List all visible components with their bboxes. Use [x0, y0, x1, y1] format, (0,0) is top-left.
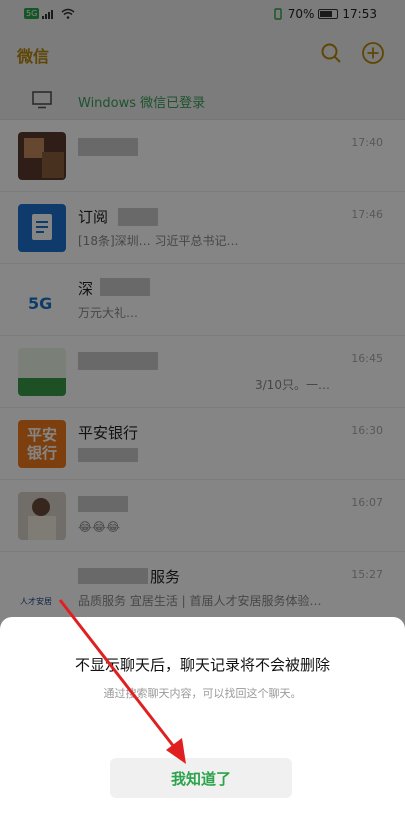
- watermark-url: jingyan.baidu.com: [309, 811, 383, 820]
- watermark-logo: Bai 经验: [316, 792, 383, 811]
- dialog-subtitle: 通过搜索聊天内容，可以找回这个聊天。: [103, 687, 302, 700]
- dialog-title: 不显示聊天后，聊天记录将不会被删除: [74, 656, 330, 674]
- confirm-button[interactable]: 我知道了: [110, 758, 292, 798]
